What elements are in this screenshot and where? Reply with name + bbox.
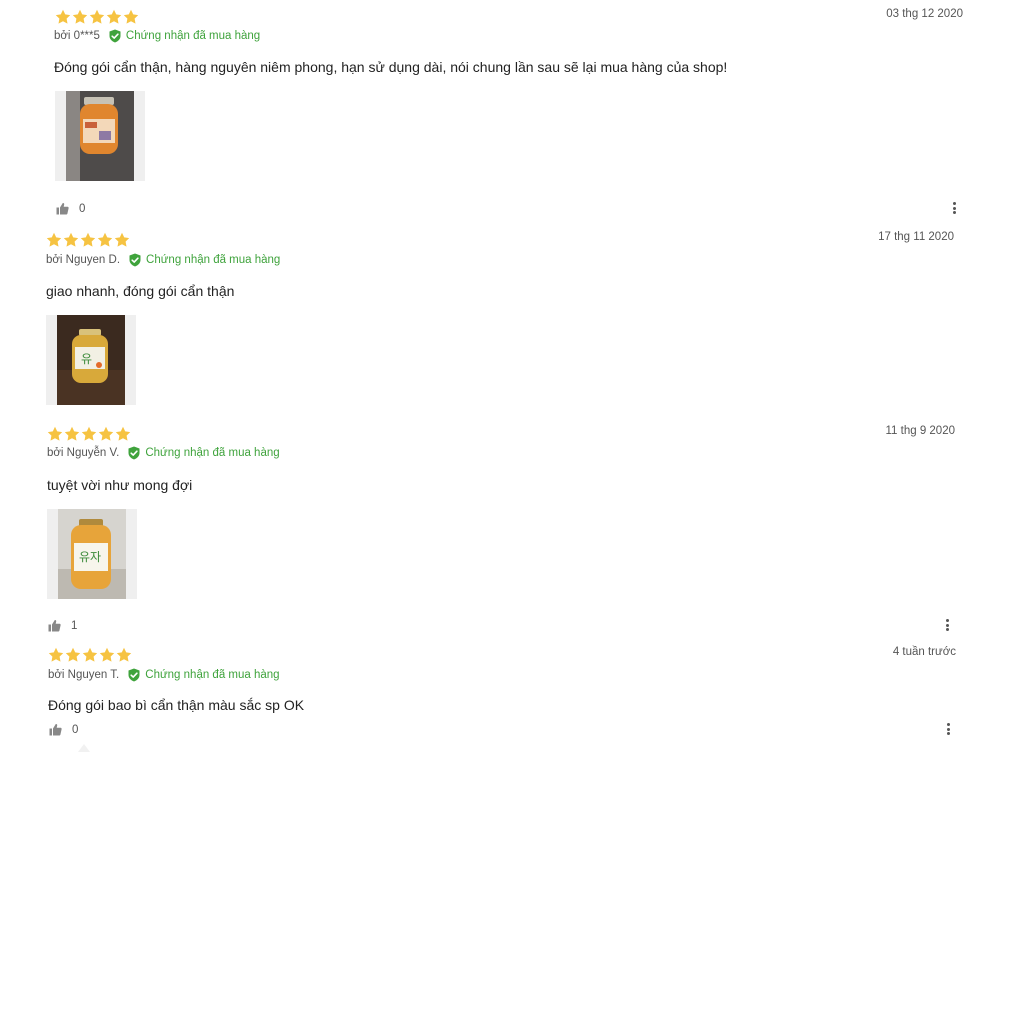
star-icon (55, 9, 71, 25)
verified-label: Chứng nhận đã mua hàng (125, 30, 261, 42)
check-shield-icon (108, 29, 122, 43)
more-options-button[interactable] (952, 201, 956, 215)
star-icon (114, 232, 130, 248)
star-icon (81, 426, 97, 442)
review-author: bởi 0***5 (54, 30, 100, 42)
verified-purchase-badge: Chứng nhận đã mua hàng (108, 29, 260, 43)
review-author: bởi Nguyen D. (46, 254, 121, 266)
check-shield-icon (128, 253, 142, 267)
like-button[interactable]: 0 (49, 723, 78, 736)
star-icon (80, 232, 96, 248)
star-rating (46, 232, 130, 248)
verified-label: Chứng nhận đã mua hàng (145, 669, 280, 681)
verified-purchase-badge: Chứng nhận đã mua hàng (127, 446, 280, 460)
star-icon (115, 426, 131, 442)
review-date: 4 tuần trước (892, 646, 956, 658)
star-icon (64, 426, 80, 442)
review-date: 03 thg 12 2020 (886, 8, 963, 20)
review-photo[interactable] (55, 91, 145, 181)
review-photo[interactable]: 유자 (47, 509, 137, 599)
review-date: 11 thg 9 2020 (885, 425, 956, 437)
review-text: Đóng gói cẩn thận, hàng nguyên niêm phon… (54, 59, 728, 75)
star-icon (89, 9, 105, 25)
star-icon (63, 232, 79, 248)
like-button[interactable]: 0 (56, 202, 85, 215)
reply-box-caret (78, 744, 90, 752)
review-photo[interactable]: 유 (46, 315, 136, 405)
thumbs-up-icon (48, 619, 61, 632)
like-count: 1 (71, 619, 78, 632)
review-author: bởi Nguyễn V. (47, 447, 120, 459)
review-text: Đóng gói bao bì cẩn thận màu sắc sp OK (48, 697, 305, 713)
review-meta: bởi Nguyen T. Chứng nhận đã mua hàng (48, 668, 280, 682)
more-options-button[interactable] (945, 618, 949, 632)
verified-purchase-badge: Chứng nhận đã mua hàng (128, 253, 280, 267)
like-button[interactable]: 1 (48, 619, 77, 632)
thumbs-up-icon (56, 202, 69, 215)
review-date: 17 thg 11 2020 (878, 231, 954, 243)
star-rating (47, 426, 131, 442)
star-icon (47, 426, 63, 442)
more-options-button[interactable] (946, 722, 950, 736)
more-vertical-icon (946, 723, 950, 726)
svg-text:유자: 유자 (79, 550, 101, 564)
more-vertical-icon (952, 202, 956, 205)
star-icon (106, 9, 122, 25)
review-text: giao nhanh, đóng gói cẩn thận (46, 283, 235, 299)
star-icon (65, 647, 81, 663)
star-icon (48, 647, 64, 663)
verified-purchase-badge: Chứng nhận đã mua hàng (127, 668, 280, 682)
svg-text:유: 유 (81, 352, 92, 366)
thumbs-up-icon (49, 723, 62, 736)
star-rating (55, 9, 139, 25)
review-meta: bởi Nguyễn V. Chứng nhận đã mua hàng (47, 446, 280, 460)
star-icon (82, 647, 98, 663)
review-meta: bởi Nguyen D. Chứng nhận đã mua hàng (46, 253, 280, 267)
check-shield-icon (127, 446, 141, 460)
star-icon (116, 647, 132, 663)
star-icon (98, 426, 114, 442)
like-count: 0 (72, 723, 79, 736)
review-author: bởi Nguyen T. (48, 669, 120, 681)
star-icon (123, 9, 139, 25)
star-icon (72, 9, 88, 25)
star-rating (48, 647, 132, 663)
verified-label: Chứng nhận đã mua hàng (146, 254, 281, 266)
star-icon (46, 232, 62, 248)
review-meta: bởi 0***5 Chứng nhận đã mua hàng (54, 29, 260, 43)
more-vertical-icon (945, 619, 949, 622)
verified-label: Chứng nhận đã mua hàng (145, 447, 280, 459)
star-icon (99, 647, 115, 663)
star-icon (97, 232, 113, 248)
like-count: 0 (79, 202, 86, 215)
check-shield-icon (127, 668, 141, 682)
review-text: tuyệt vời như mong đợi (47, 477, 193, 493)
